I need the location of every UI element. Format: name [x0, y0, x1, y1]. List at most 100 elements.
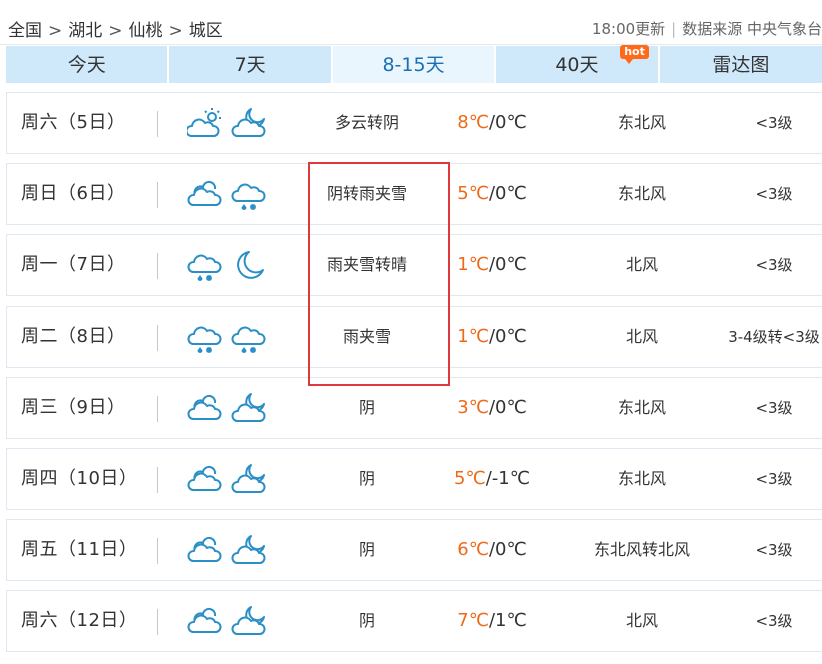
- wind-level: 3-4级转<3级: [728, 328, 820, 346]
- temperature: 5℃/0℃: [447, 164, 537, 224]
- overcast-icon: [187, 180, 222, 206]
- temp-high: 5℃: [454, 468, 486, 489]
- breadcrumb-city[interactable]: 仙桃: [129, 21, 163, 41]
- overcast-icon: [187, 536, 222, 562]
- day-label: 周日（6日）: [21, 183, 126, 204]
- temp-high: 1℃: [457, 326, 489, 347]
- hot-badge: hot: [620, 45, 649, 64]
- tab-radar[interactable]: 雷达图: [659, 46, 822, 83]
- breadcrumb: 全国 > 湖北 > 仙桃 > 城区: [8, 16, 223, 41]
- column-divider: [157, 182, 158, 208]
- overcast-icon: [187, 607, 222, 633]
- day-label: 周六（12日）: [21, 610, 138, 631]
- breadcrumb-national[interactable]: 全国: [8, 21, 42, 41]
- column-divider: [157, 253, 158, 279]
- moon-icon: [237, 251, 264, 279]
- temperature: 5℃/-1℃: [447, 449, 537, 509]
- weather-description: 多云转阴: [334, 113, 399, 132]
- column-divider: [157, 396, 158, 422]
- wind-direction: 东北风: [617, 184, 666, 203]
- column-divider: [157, 111, 158, 137]
- wind-direction: 北风: [625, 611, 658, 630]
- temp-high: 1℃: [457, 254, 489, 275]
- breadcrumb-province[interactable]: 湖北: [68, 21, 102, 41]
- weather-icons: [187, 391, 275, 425]
- weather-description: 雨夹雪转晴: [326, 255, 407, 274]
- cloudy-sun-icon: [187, 108, 221, 137]
- wind-level: <3级: [755, 612, 793, 630]
- tab-40-day[interactable]: 40天 hot: [496, 45, 658, 83]
- overcast-icon: [187, 465, 222, 491]
- forecast-tabs: 今天 7天 8-15天 40天 hot 雷达图: [6, 45, 822, 83]
- tab-label: 7天: [234, 54, 266, 76]
- column-divider: [157, 325, 158, 351]
- cloudy-moon-icon: [231, 393, 266, 422]
- temperature: 7℃/1℃: [447, 591, 537, 651]
- tab-label: 雷达图: [712, 54, 770, 76]
- wind-level: <3级: [755, 470, 793, 488]
- temperature: 6℃/0℃: [447, 520, 537, 580]
- temperature: 1℃/0℃: [447, 307, 537, 367]
- temp-low: /-1℃: [485, 468, 530, 489]
- temp-low: /0℃: [488, 397, 527, 418]
- wind-level: <3级: [755, 185, 793, 203]
- forecast-row: 周三（9日） 阴 3℃/0℃ 东北风 <3级: [6, 377, 822, 439]
- temperature: 1℃/0℃: [447, 235, 537, 295]
- temperature: 8℃/0℃: [447, 93, 537, 153]
- cloudy-moon-icon: [231, 606, 266, 635]
- top-bar: 全国 > 湖北 > 仙桃 > 城区 18:00更新 | 数据来源 中央气象台: [0, 0, 822, 45]
- temp-low: /0℃: [488, 254, 527, 275]
- sleet-icon: [187, 326, 222, 353]
- breadcrumb-district: 城区: [188, 21, 223, 41]
- forecast-row: 周六（12日） 阴 7℃/1℃ 北风 <3级: [6, 590, 822, 652]
- tab-label: 8-15天: [382, 54, 445, 76]
- column-divider: [157, 538, 158, 564]
- update-time: 18:00更新: [591, 20, 666, 38]
- temp-low: /1℃: [488, 610, 527, 631]
- temp-high: 3℃: [457, 397, 489, 418]
- forecast-row: 周一（7日） 雨夹雪转晴 1℃/0℃ 北风 <3级: [6, 234, 822, 296]
- tab-8-15-day[interactable]: 8-15天: [332, 46, 495, 83]
- wind-direction: 北风: [625, 327, 658, 346]
- wind-level: <3级: [755, 114, 793, 132]
- weather-icons: [187, 604, 275, 638]
- weather-description: 阴: [358, 540, 375, 559]
- weather-description: 阴转雨夹雪: [326, 184, 407, 203]
- source-divider: |: [671, 20, 677, 38]
- cloudy-moon-icon: [231, 108, 266, 137]
- temp-high: 5℃: [457, 183, 489, 204]
- breadcrumb-separator: >: [108, 21, 123, 41]
- overcast-icon: [187, 394, 222, 420]
- update-info: 18:00更新 | 数据来源 中央气象台: [592, 18, 822, 39]
- column-divider: [157, 609, 158, 635]
- weather-icons: [187, 106, 275, 140]
- temperature: 3℃/0℃: [447, 378, 537, 438]
- weather-description: 阴: [358, 398, 375, 417]
- weather-description: 雨夹雪: [342, 327, 391, 346]
- forecast-row: 周四（10日） 阴 5℃/-1℃ 东北风 <3级: [6, 448, 822, 510]
- wind-level: <3级: [755, 256, 793, 274]
- data-source: 数据来源 中央气象台: [682, 20, 822, 38]
- weather-icons: [187, 177, 275, 211]
- forecast-row: 周二（8日） 雨夹雪 1℃/0℃ 北风 3-4级转<3级: [6, 306, 822, 368]
- forecast-row: 周五（11日） 阴 6℃/0℃ 东北风转北风 <3级: [6, 519, 822, 581]
- day-label: 周一（7日）: [21, 254, 126, 275]
- temp-low: /0℃: [488, 112, 527, 133]
- tab-today[interactable]: 今天: [6, 46, 168, 83]
- day-label: 周二（8日）: [21, 326, 126, 347]
- wind-direction: 东北风: [617, 469, 666, 488]
- day-label: 周六（5日）: [21, 112, 126, 133]
- temp-high: 7℃: [457, 610, 489, 631]
- temp-low: /0℃: [488, 326, 527, 347]
- weather-icons: [187, 533, 275, 567]
- breadcrumb-separator: >: [168, 21, 183, 41]
- wind-direction: 北风: [625, 255, 658, 274]
- sleet-icon: [187, 254, 222, 281]
- forecast-row: 周日（6日） 阴转雨夹雪 5℃/0℃ 东北风 <3级: [6, 163, 822, 225]
- day-label: 周四（10日）: [21, 468, 138, 489]
- sleet-icon: [231, 183, 266, 210]
- tab-label: 今天: [67, 54, 106, 76]
- weather-icons: [187, 462, 275, 496]
- temp-high: 6℃: [457, 539, 489, 560]
- tab-7-day[interactable]: 7天: [169, 46, 331, 83]
